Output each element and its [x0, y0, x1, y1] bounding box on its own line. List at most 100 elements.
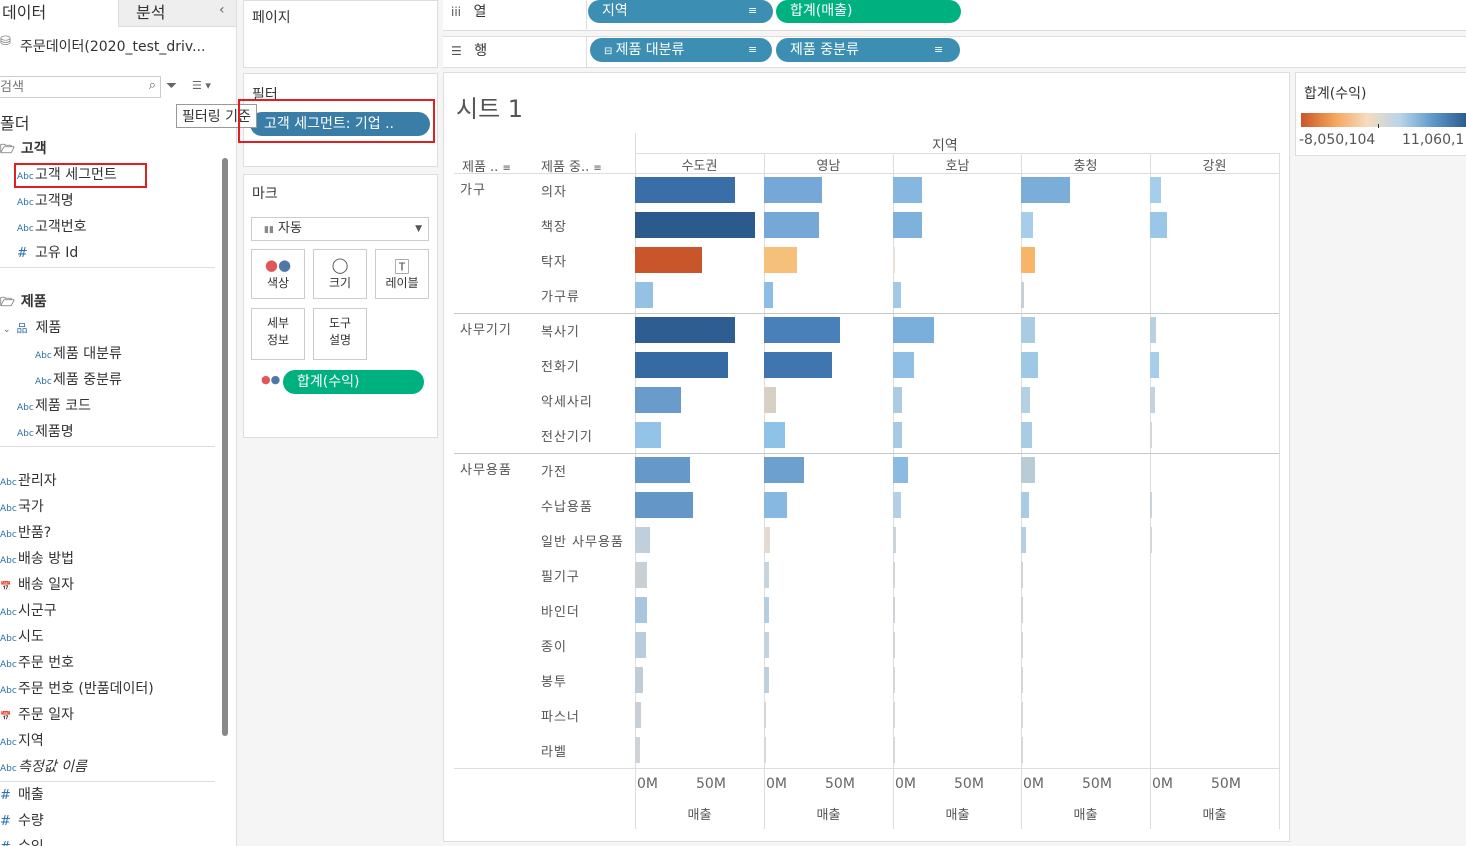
bar-수도권-종이[interactable] — [635, 632, 646, 658]
bar-영남-악세사리[interactable] — [764, 387, 776, 413]
row-subcategory-label[interactable]: 악세사리 — [541, 391, 593, 410]
detail-button[interactable]: 세부 정보 — [251, 308, 305, 360]
tab-analysis[interactable]: 분석 — [136, 0, 165, 26]
tab-data[interactable]: 데이터 — [0, 0, 120, 26]
bar-충청-일반 사무용품[interactable] — [1021, 527, 1026, 553]
bar-강원-악세사리[interactable] — [1150, 387, 1155, 413]
field-dim-7[interactable]: Abc주문 번호 — [0, 651, 74, 675]
bar-강원-전화기[interactable] — [1150, 352, 1159, 378]
bar-영남-바인더[interactable] — [764, 597, 769, 623]
column-header-region[interactable]: 충청 — [1021, 155, 1150, 174]
bar-강원-책장[interactable] — [1150, 212, 1167, 238]
bar-수도권-의자[interactable] — [635, 177, 735, 203]
row-subcategory-label[interactable]: 의자 — [541, 181, 567, 200]
size-button[interactable]: ◯ 크기 — [313, 249, 367, 299]
search-box[interactable]: ⌕ — [0, 76, 161, 98]
bar-영남-필기구[interactable] — [764, 562, 769, 588]
view-options-icon[interactable]: ☰ ▾ — [192, 79, 211, 92]
column-header-region[interactable]: 영남 — [764, 155, 893, 174]
bar-충청-수납용품[interactable] — [1021, 492, 1029, 518]
bar-충청-책장[interactable] — [1021, 212, 1033, 238]
row-subcategory-label[interactable]: 전산기기 — [541, 426, 593, 445]
bar-호남-악세사리[interactable] — [893, 387, 902, 413]
bar-호남-책장[interactable] — [893, 212, 922, 238]
row-pill-category[interactable]: ⊟ 제품 대분류 — [590, 38, 772, 62]
row-subcategory-label[interactable]: 복사기 — [541, 321, 580, 340]
color-button[interactable]: ●● 색상 — [251, 249, 305, 299]
bar-수도권-탁자[interactable] — [635, 247, 702, 273]
row-subcategory-label[interactable]: 일반 사무용품 — [541, 531, 624, 550]
row-subcategory-label[interactable]: 봉투 — [541, 671, 567, 690]
bar-영남-가구류[interactable] — [764, 282, 773, 308]
bar-호남-탁자[interactable] — [893, 247, 895, 273]
field-dim-0[interactable]: Abc관리자 — [0, 469, 57, 493]
field-dim-11[interactable]: Abc측정값 이름 — [0, 755, 87, 779]
bar-충청-복사기[interactable] — [1021, 317, 1035, 343]
bar-영남-파스너[interactable] — [764, 702, 766, 728]
bar-수도권-책장[interactable] — [635, 212, 755, 238]
column-pill-region[interactable]: 지역 — [588, 0, 773, 23]
bar-호남-라벨[interactable] — [893, 737, 895, 763]
bar-영남-탁자[interactable] — [764, 247, 797, 273]
bar-수도권-전화기[interactable] — [635, 352, 728, 378]
bar-충청-봉투[interactable] — [1021, 667, 1023, 693]
bar-충청-전산기기[interactable] — [1021, 422, 1032, 448]
bar-수도권-필기구[interactable] — [635, 562, 647, 588]
scrollbar-thumb[interactable] — [222, 158, 228, 736]
bar-충청-종이[interactable] — [1021, 632, 1023, 658]
column-header-region[interactable]: 수도권 — [635, 155, 764, 174]
field-dim-10[interactable]: Abc지역 — [0, 729, 44, 753]
bar-영남-가전[interactable] — [764, 457, 804, 483]
row-subcategory-label[interactable]: 라벨 — [541, 741, 567, 760]
field-dim-2[interactable]: Abc반품? — [0, 521, 51, 545]
bar-영남-일반 사무용품[interactable] — [764, 527, 770, 553]
field-dim-5[interactable]: Abc시군구 — [0, 599, 57, 623]
bar-충청-필기구[interactable] — [1021, 562, 1023, 588]
bar-강원-전산기기[interactable] — [1150, 422, 1152, 448]
bar-호남-필기구[interactable] — [893, 562, 895, 588]
row-pill-subcategory[interactable]: 제품 중분류 — [776, 38, 960, 62]
bar-영남-전화기[interactable] — [764, 352, 832, 378]
bar-영남-라벨[interactable] — [764, 737, 766, 763]
bar-호남-봉투[interactable] — [893, 667, 895, 693]
tooltip-button[interactable]: 도구 설명 — [313, 308, 367, 360]
bar-호남-전화기[interactable] — [893, 352, 914, 378]
field-dim-9[interactable]: 📅 주문 일자 — [0, 703, 74, 727]
mark-type-select[interactable]: ▮▮ 자동 ▼ — [251, 217, 429, 241]
bar-수도권-수납용품[interactable] — [635, 492, 693, 518]
field-customer-3[interactable]: # 고유 Id — [17, 241, 78, 265]
bar-호남-바인더[interactable] — [893, 597, 895, 623]
column-header-region[interactable]: 호남 — [893, 155, 1022, 174]
hierarchy-product[interactable]: ⌄ 品 제품 — [3, 316, 61, 340]
pages-panel[interactable]: 페이지 — [243, 0, 438, 68]
bar-수도권-가전[interactable] — [635, 457, 690, 483]
row-subcategory-label[interactable]: 바인더 — [541, 601, 580, 620]
search-input[interactable] — [0, 77, 130, 96]
bar-강원-수납용품[interactable] — [1150, 492, 1152, 518]
field-measure-1[interactable]: # 수량 — [0, 809, 44, 833]
field-measure-0[interactable]: # 매출 — [0, 783, 44, 807]
field-dim-1[interactable]: Abc국가 — [0, 495, 44, 519]
row-subcategory-label[interactable]: 수납용품 — [541, 496, 593, 515]
row-subcategory-label[interactable]: 책장 — [541, 216, 567, 235]
bar-충청-의자[interactable] — [1021, 177, 1070, 203]
row-group-label[interactable]: 가구 — [460, 179, 486, 198]
bar-호남-가전[interactable] — [893, 457, 908, 483]
filter-icon[interactable]: ⏷ — [166, 78, 177, 94]
column-pill-sales[interactable]: 합계(매출) — [776, 0, 961, 23]
row-group-label[interactable]: 사무용품 — [460, 459, 512, 478]
label-button[interactable]: 🅃 레이블 — [375, 249, 429, 299]
field-dim-4[interactable]: 📅 배송 일자 — [0, 573, 74, 597]
row-subcategory-label[interactable]: 필기구 — [541, 566, 580, 585]
field-dim-3[interactable]: Abc배송 방법 — [0, 547, 74, 571]
bar-충청-라벨[interactable] — [1021, 737, 1023, 763]
folder-product[interactable]: 🗁 제품 — [0, 290, 47, 314]
bar-강원-복사기[interactable] — [1150, 317, 1156, 343]
bar-강원-의자[interactable] — [1150, 177, 1161, 203]
bar-영남-봉투[interactable] — [764, 667, 769, 693]
color-pill-profit[interactable]: 합계(수익) — [283, 370, 424, 394]
bar-영남-수납용품[interactable] — [764, 492, 787, 518]
field-product-2[interactable]: Abc제품 코드 — [17, 394, 91, 418]
bar-충청-악세사리[interactable] — [1021, 387, 1030, 413]
column-header-region[interactable]: 강원 — [1150, 155, 1279, 174]
